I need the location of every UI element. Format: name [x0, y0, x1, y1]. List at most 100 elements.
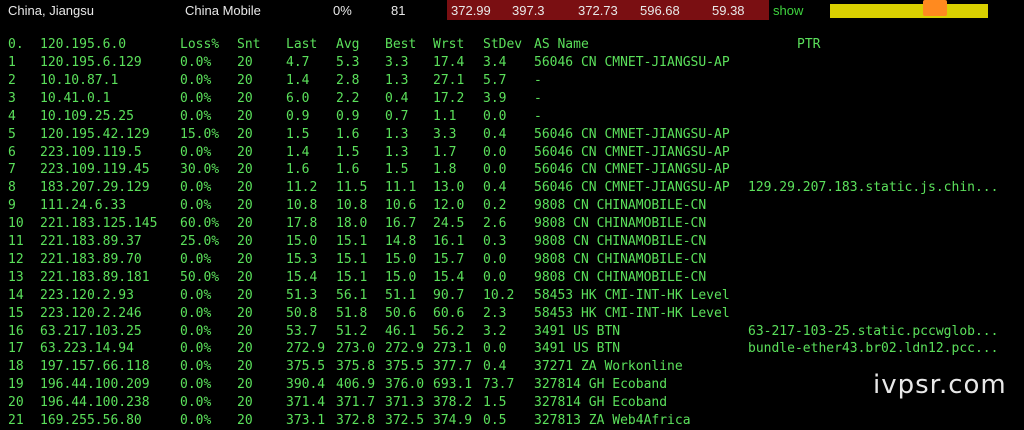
best-ms: 3.3: [385, 55, 409, 70]
best-ms: 1.3: [385, 126, 409, 142]
worst-ms: 1.7: [433, 144, 457, 160]
loss-percent: 0.0%: [180, 341, 212, 357]
sent-count: 20: [237, 55, 253, 70]
sent-count: 20: [237, 359, 253, 375]
hop-number: 20: [8, 395, 24, 411]
stdev-ms: 0.4: [483, 359, 507, 375]
ip-address: 221.183.125.145: [40, 216, 158, 232]
avg-ms: 51.2: [336, 323, 368, 339]
loss-percent: 0.0%: [180, 395, 212, 411]
hop-number: 17: [8, 341, 24, 357]
sent-count: 20: [237, 162, 253, 178]
loss-percent: 0.0%: [180, 90, 212, 106]
ptr-record: bundle-ether43.br02.ldn12.pcc...: [748, 341, 999, 357]
sent-count: 20: [237, 216, 253, 232]
show-link[interactable]: show: [773, 3, 803, 19]
best-ms: 371.3: [385, 395, 425, 411]
stdev-ms: 3.4: [483, 55, 507, 70]
as-name: -: [534, 108, 542, 124]
header-stdev: StDev: [483, 37, 523, 52]
worst-ms: 12.0: [433, 198, 465, 214]
hop-number: 14: [8, 287, 24, 303]
ip-address: 63.217.103.25: [40, 323, 142, 339]
as-name: 9808 CN CHINAMOBILE-CN: [534, 216, 707, 232]
last-ms: 1.6: [286, 162, 310, 178]
loss-percent: 25.0%: [180, 234, 220, 249]
hop-number: 1: [8, 55, 16, 70]
sent-count: 20: [237, 180, 253, 196]
sent-count: 20: [237, 234, 253, 249]
stdev-ms: 0.0: [483, 162, 507, 178]
last-ms: 10.8: [286, 198, 318, 214]
best-ms: 15.0: [385, 251, 417, 267]
as-name: 37271 ZA Workonline: [534, 359, 683, 375]
as-name: 58453 HK CMI-INT-HK Level: [534, 305, 730, 321]
loss-percent: 0.0%: [180, 287, 212, 303]
count-label: 81: [391, 3, 406, 18]
as-name: 58453 HK CMI-INT-HK Level: [534, 287, 730, 303]
as-name: 327814 GH Ecoband: [534, 377, 668, 393]
ip-address: 197.157.66.118: [40, 359, 150, 375]
avg-ms: 2.8: [336, 72, 360, 88]
worst-ms: 90.7: [433, 287, 465, 303]
avg-ms: 2.2: [336, 90, 360, 106]
as-name: -: [534, 90, 542, 106]
loss-percent: 30.0%: [180, 162, 220, 178]
sent-count: 20: [237, 144, 253, 160]
ip-address: 120.195.6.129: [40, 55, 142, 70]
as-name: 9808 CN CHINAMOBILE-CN: [534, 198, 707, 214]
worst-ms: 377.7: [433, 359, 473, 375]
stdev-ms: 3.2: [483, 323, 507, 339]
loss-percent: 0.0%: [180, 377, 212, 393]
hop-number: 2: [8, 72, 16, 88]
hop-number: 4: [8, 108, 16, 124]
stdev-ms: 0.0: [483, 341, 507, 357]
sent-count: 20: [237, 72, 253, 88]
stdev-ms: 0.5: [483, 413, 507, 428]
best-ms: 1.3: [385, 72, 409, 88]
last-ms: 371.4: [286, 395, 326, 411]
worst-ms: 378.2: [433, 395, 473, 411]
latency-value: 372.73: [578, 3, 618, 18]
avg-ms: 56.1: [336, 287, 368, 303]
sent-count: 20: [237, 108, 253, 124]
worst-ms: 15.7: [433, 251, 465, 267]
worst-ms: 1.1: [433, 108, 457, 124]
best-ms: 11.1: [385, 180, 417, 196]
ip-address: 221.183.89.70: [40, 251, 142, 267]
last-ms: 51.3: [286, 287, 318, 303]
as-name: 3491 US BTN: [534, 323, 621, 339]
worst-ms: 693.1: [433, 377, 473, 393]
loss-percent: 0.0%: [180, 198, 212, 214]
worst-ms: 16.1: [433, 234, 465, 249]
worst-ms: 17.2: [433, 90, 465, 106]
location-label: China, Jiangsu: [8, 3, 94, 18]
best-ms: 272.9: [385, 341, 425, 357]
stdev-ms: 0.0: [483, 269, 507, 285]
worst-ms: 273.1: [433, 341, 473, 357]
sent-count: 20: [237, 413, 253, 428]
sent-count: 20: [237, 395, 253, 411]
best-ms: 372.5: [385, 413, 425, 428]
as-name: 327814 GH Ecoband: [534, 395, 668, 411]
header-avg: Avg: [336, 37, 360, 52]
worst-ms: 3.3: [433, 126, 457, 142]
as-name: -: [534, 72, 542, 88]
best-ms: 14.8: [385, 234, 417, 249]
stdev-ms: 10.2: [483, 287, 515, 303]
hop-number: 6: [8, 144, 16, 160]
header-hop: 0.: [8, 37, 24, 52]
best-ms: 1.3: [385, 144, 409, 160]
avg-ms: 51.8: [336, 305, 368, 321]
avg-ms: 5.3: [336, 55, 360, 70]
header-as-name: AS Name: [534, 37, 589, 52]
ip-address: 196.44.100.238: [40, 395, 150, 411]
latency-value: 372.99: [451, 3, 491, 18]
last-ms: 375.5: [286, 359, 326, 375]
ip-address: 223.109.119.5: [40, 144, 142, 160]
sent-count: 20: [237, 251, 253, 267]
last-ms: 4.7: [286, 55, 310, 70]
hop-number: 15: [8, 305, 24, 321]
as-name: 56046 CN CMNET-JIANGSU-AP: [534, 180, 730, 196]
last-ms: 1.4: [286, 72, 310, 88]
